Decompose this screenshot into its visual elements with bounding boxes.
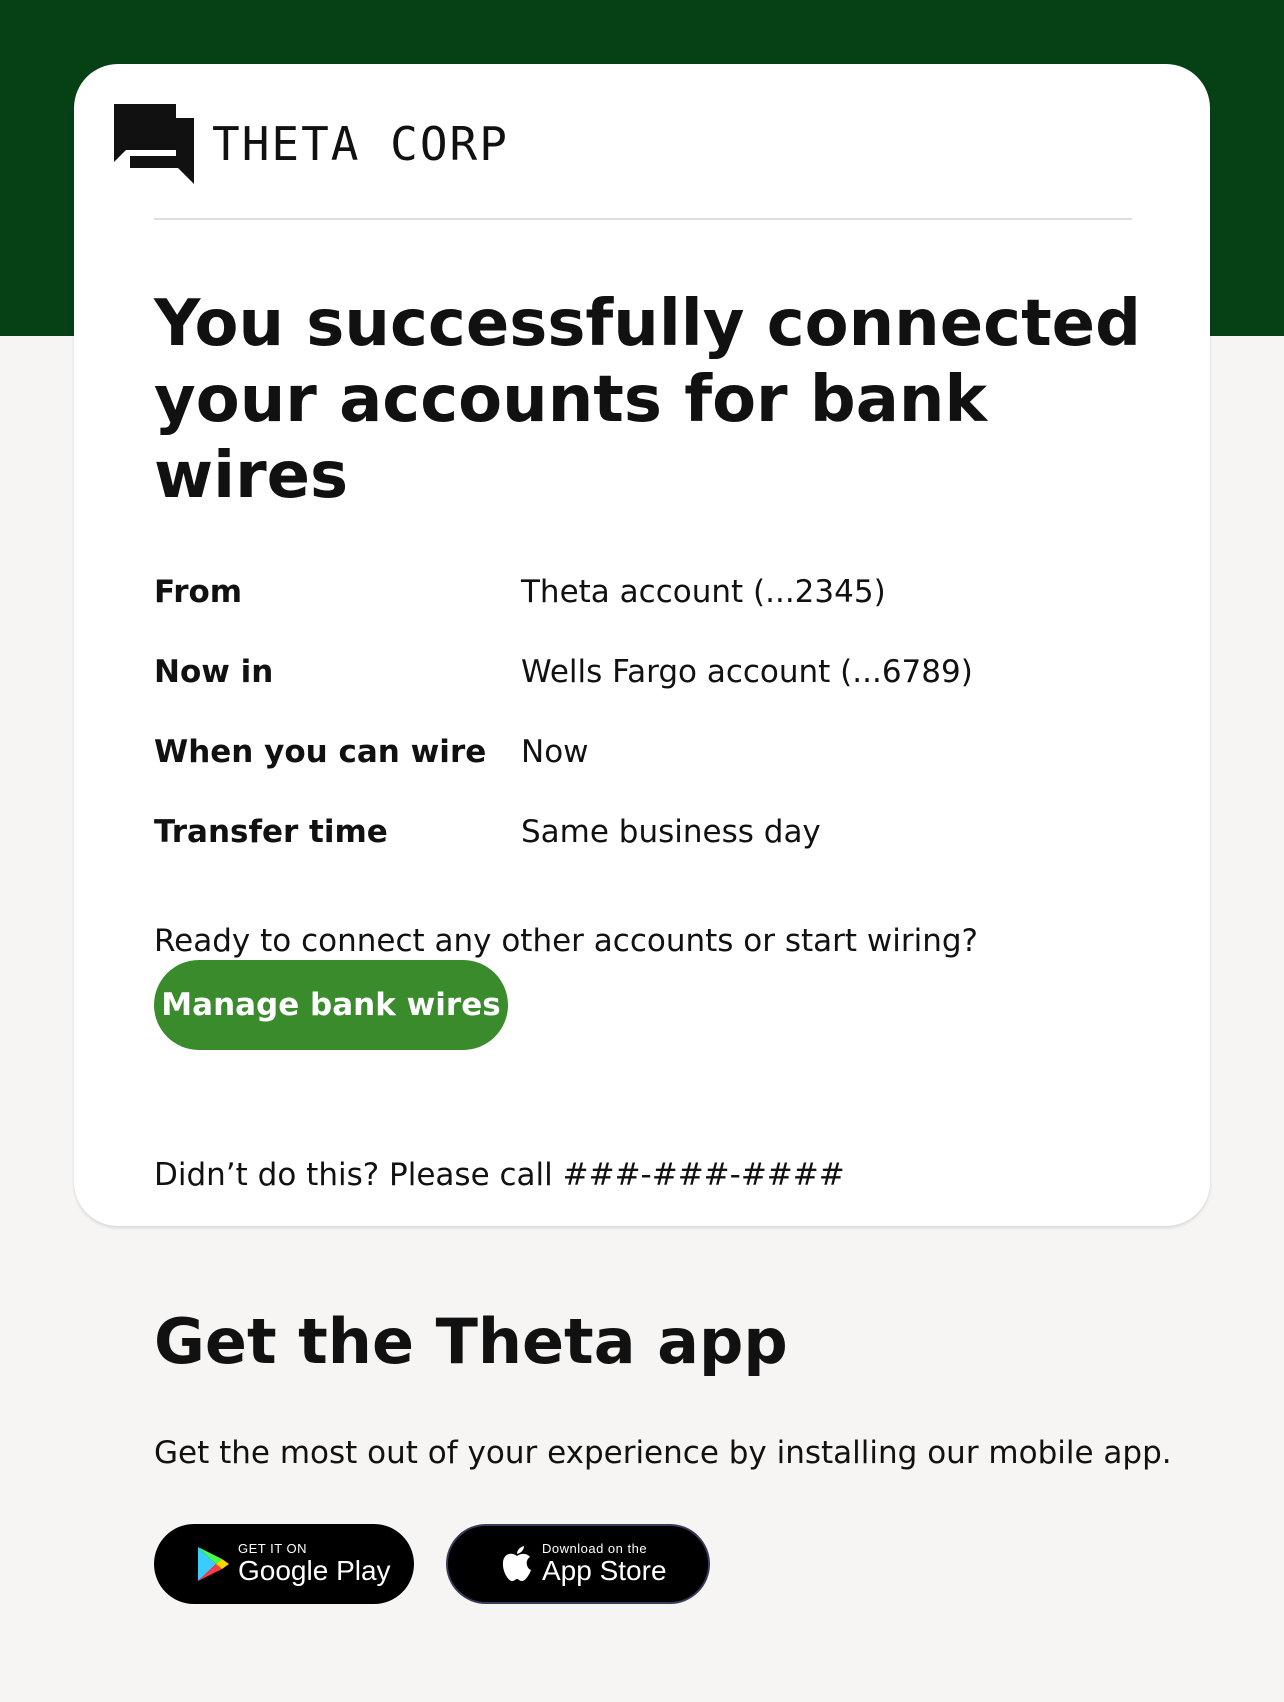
app-store-badge[interactable]: Download on the App Store [446, 1524, 710, 1604]
detail-label: When you can wire [154, 734, 487, 770]
detail-row-from: From Theta account (...2345) [154, 552, 1144, 632]
google-play-icon [198, 1547, 229, 1581]
detail-row-now-in: Now in Wells Fargo account (...6789) [154, 632, 1144, 712]
detail-row-when-wire: When you can wire Now [154, 712, 1144, 792]
prompt-text: Ready to connect any other accounts or s… [154, 923, 979, 959]
app-promo-title: Get the Theta app [154, 1305, 788, 1378]
google-play-text: GET IT ON Google Play [238, 1542, 391, 1586]
detail-value: Now [521, 734, 589, 770]
page-title: You successfully connected your accounts… [154, 286, 1144, 514]
detail-label: From [154, 574, 243, 610]
headline-line-2: your accounts for bank wires [154, 363, 987, 513]
badge-big-text: App Store [542, 1555, 667, 1586]
detail-value: Theta account (...2345) [521, 574, 886, 610]
app-promo-description: Get the most out of your experience by i… [154, 1435, 1172, 1471]
badge-big-text: Google Play [238, 1555, 391, 1586]
chat-bubbles-icon [114, 104, 194, 184]
badge-small-text: GET IT ON [238, 1541, 308, 1556]
badge-small-text: Download on the [542, 1541, 648, 1556]
brand-logo: THETA CORP [114, 104, 509, 184]
details-list: From Theta account (...2345) Now in Well… [154, 552, 1144, 872]
support-call-notice: Didn’t do this? Please call ###-###-#### [154, 1157, 845, 1193]
detail-label: Now in [154, 654, 274, 690]
google-play-badge[interactable]: GET IT ON Google Play [154, 1524, 414, 1604]
brand-name: THETA CORP [212, 117, 509, 171]
app-store-text: Download on the App Store [542, 1542, 667, 1586]
detail-label: Transfer time [154, 814, 388, 850]
detail-value: Wells Fargo account (...6789) [521, 654, 973, 690]
detail-row-transfer-time: Transfer time Same business day [154, 792, 1144, 872]
confirmation-card: THETA CORP You successfully connected yo… [74, 64, 1210, 1226]
headline-line-1: You successfully connected [154, 287, 1141, 361]
apple-icon [502, 1546, 531, 1581]
manage-bank-wires-button[interactable]: Manage bank wires [154, 960, 508, 1050]
detail-value: Same business day [521, 814, 821, 850]
divider [154, 218, 1132, 220]
